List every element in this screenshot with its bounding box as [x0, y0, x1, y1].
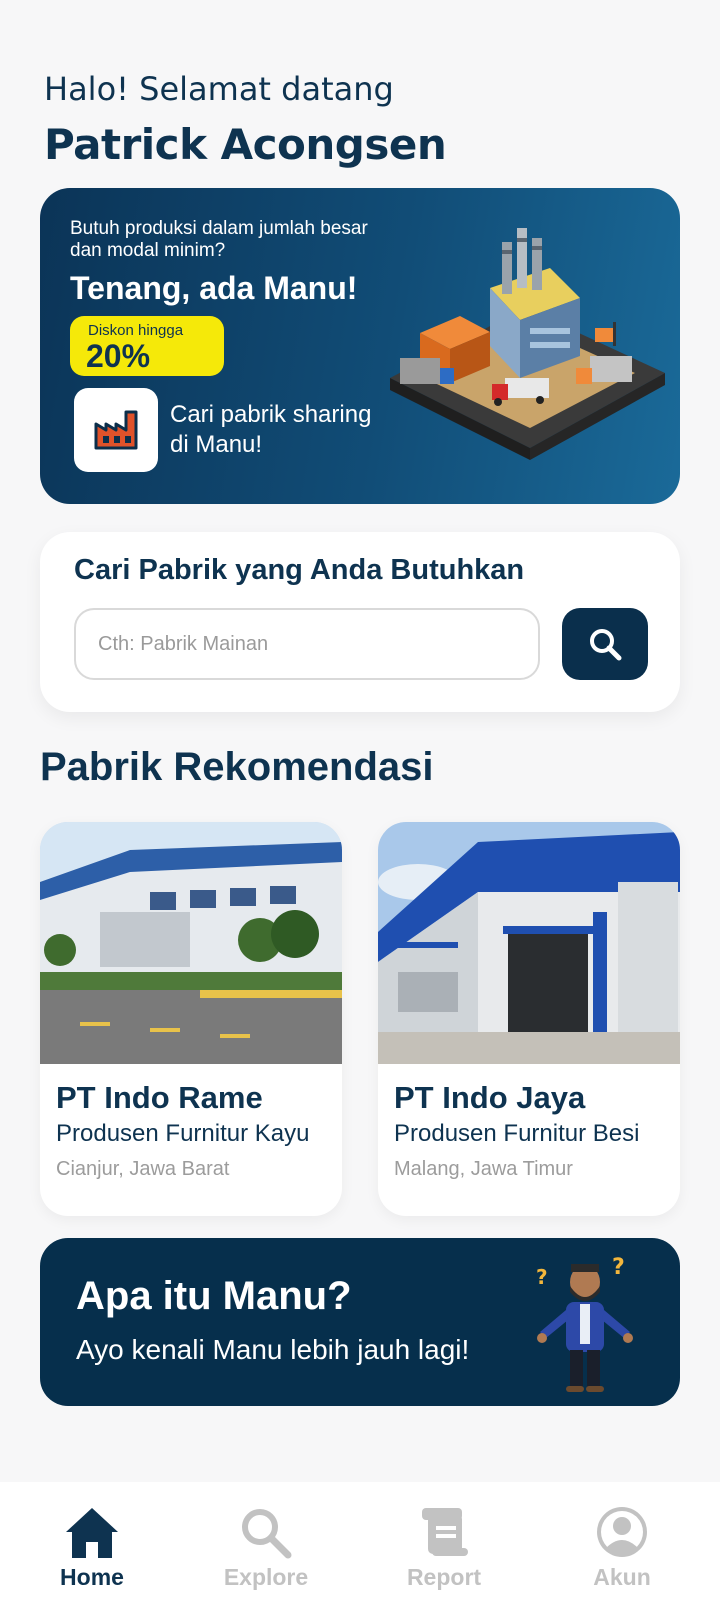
search-card: Cari Pabrik yang Anda Butuhkan: [40, 532, 680, 712]
search-icon: [242, 1509, 292, 1559]
banner-question: Butuh produksi dalam jumlah besar dan mo…: [70, 218, 368, 261]
factory-location: Cianjur, Jawa Barat: [56, 1158, 230, 1180]
factory-description: Produsen Furnitur Kayu: [56, 1120, 310, 1147]
nav-home-label: Home: [60, 1564, 124, 1590]
search-button[interactable]: [562, 608, 648, 680]
nav-account-label: Akun: [593, 1564, 651, 1590]
nav-home[interactable]: Home: [22, 1504, 162, 1604]
nav-report-label: Report: [406, 1564, 482, 1590]
discount-badge: Diskon hingga 20%: [70, 316, 224, 376]
promo-banner[interactable]: Butuh produksi dalam jumlah besar dan mo…: [40, 188, 680, 504]
bottom-navigation: Home Explore Report Akun: [0, 1482, 720, 1622]
about-title: Apa itu Manu?: [76, 1274, 352, 1318]
greeting-text: Halo! Selamat datang: [44, 70, 394, 108]
factory-name: PT Indo Rame: [56, 1080, 263, 1115]
factory-icon: [94, 410, 138, 450]
factory-location: Malang, Jawa Timur: [394, 1158, 573, 1180]
discount-value: 20%: [86, 338, 151, 374]
nav-explore-label: Explore: [223, 1564, 309, 1590]
banner-cta: Cari pabrik sharing di Manu!: [170, 401, 372, 458]
recommendations-title: Pabrik Rekomendasi: [40, 745, 434, 789]
about-subtitle: Ayo kenali Manu lebih jauh lagi!: [76, 1334, 470, 1365]
discount-label: Diskon hingga: [88, 322, 184, 339]
account-icon: [597, 1507, 647, 1557]
svg-text:?: ?: [536, 1265, 548, 1289]
user-name: Patrick Acongsen: [44, 120, 447, 169]
factory-tile: [74, 388, 158, 472]
report-icon: [422, 1508, 468, 1556]
nav-report[interactable]: Report: [374, 1504, 514, 1604]
factory-description: Produsen Furnitur Besi: [394, 1120, 640, 1147]
banner-headline: Tenang, ada Manu!: [70, 270, 358, 306]
factory-illustration: [390, 228, 665, 460]
factory-photo: [40, 822, 342, 1064]
factory-photo: [378, 822, 680, 1064]
search-input[interactable]: [74, 608, 540, 680]
nav-explore[interactable]: Explore: [196, 1504, 336, 1604]
factory-card[interactable]: PT Indo Jaya Produsen Furnitur Besi Mala…: [378, 822, 680, 1216]
confused-man-illustration: ? ?: [536, 1255, 633, 1392]
factory-name: PT Indo Jaya: [394, 1080, 586, 1115]
search-icon: [590, 629, 622, 661]
search-title: Cari Pabrik yang Anda Butuhkan: [74, 554, 525, 586]
about-manu-card[interactable]: Apa itu Manu? Ayo kenali Manu lebih jauh…: [40, 1238, 680, 1406]
factory-card[interactable]: PT Indo Rame Produsen Furnitur Kayu Cian…: [40, 822, 342, 1216]
svg-text:?: ?: [612, 1255, 625, 1280]
nav-account[interactable]: Akun: [552, 1504, 692, 1604]
home-icon: [66, 1508, 118, 1558]
